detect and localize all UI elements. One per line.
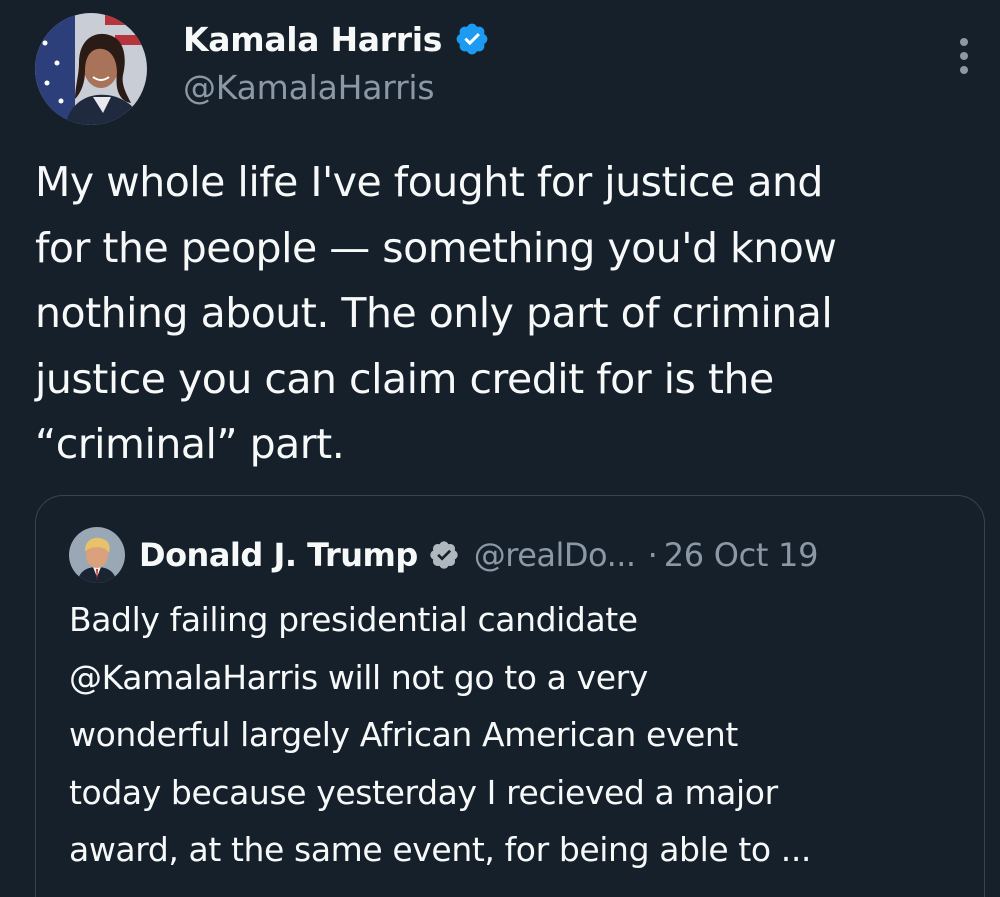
quoted-author-name[interactable]: Donald J. Trump	[139, 536, 418, 574]
quoted-tweet[interactable]: Donald J. Trump @realDo... · 26 Oct 19 B…	[35, 495, 985, 897]
quoted-date[interactable]: 26 Oct 19	[664, 536, 819, 574]
author-avatar[interactable]	[35, 13, 147, 125]
tweet-card[interactable]: Kamala Harris @KamalaHarris My whole lif…	[0, 0, 1000, 897]
quoted-tweet-text: Badly failing presidential candidate @Ka…	[69, 600, 812, 869]
author-handle[interactable]: @KamalaHarris	[183, 68, 435, 107]
quoted-author-handle[interactable]: @realDo...	[474, 536, 636, 574]
quoted-author-avatar[interactable]	[69, 527, 125, 583]
author-name-row: Kamala Harris	[183, 14, 490, 64]
verified-badge-icon	[430, 541, 458, 569]
separator-dot: ·	[647, 536, 658, 574]
profile-photo-icon	[69, 527, 125, 583]
tweet-text: My whole life I've fought for justice an…	[35, 158, 837, 468]
more-vertical-icon[interactable]	[946, 36, 982, 76]
profile-photo-icon	[35, 13, 147, 125]
verified-badge-icon	[456, 23, 488, 55]
author-display-name[interactable]: Kamala Harris	[183, 20, 442, 59]
quoted-header: Donald J. Trump @realDo... · 26 Oct 19	[139, 531, 818, 579]
